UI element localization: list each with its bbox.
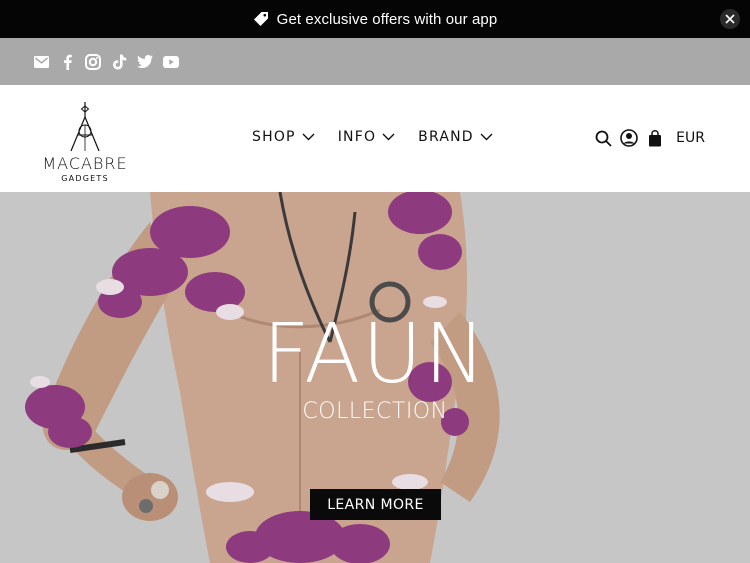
currency-selector[interactable]: EUR [676, 130, 705, 146]
hero-subtitle: COLLECTION [302, 399, 448, 424]
tiktok-icon[interactable] [111, 54, 127, 70]
logo-subtext: GADGETS [61, 174, 109, 183]
email-icon[interactable] [33, 54, 49, 70]
learn-more-button[interactable]: LEARN MORE [310, 489, 441, 520]
nav-item-label: INFO [337, 129, 377, 145]
nav-item-label: SHOP [252, 129, 296, 145]
instagram-icon[interactable] [85, 53, 101, 70]
search-icon[interactable] [594, 129, 612, 147]
chevron-down-icon [302, 133, 315, 141]
hero-title: FAUN [262, 307, 488, 402]
cart-icon[interactable] [646, 129, 664, 147]
logo-mark-icon [70, 102, 100, 152]
announcement-bar[interactable]: Get exclusive offers with our app [0, 0, 750, 38]
announcement-text[interactable]: Get exclusive offers with our app [277, 11, 498, 28]
logo-text: MACABRE [42, 154, 128, 173]
social-bar [0, 38, 750, 85]
chevron-down-icon [382, 133, 395, 141]
close-icon[interactable] [720, 9, 740, 29]
youtube-icon[interactable] [163, 54, 179, 70]
nav-item-brand[interactable]: BRAND [418, 129, 493, 145]
account-icon[interactable] [620, 129, 638, 147]
tag-icon [253, 11, 269, 27]
logo[interactable]: MACABRE GADGETS [38, 99, 132, 183]
main-nav: SHOP INFO BRAND [252, 129, 516, 145]
nav-item-shop[interactable]: SHOP [252, 129, 315, 145]
facebook-icon[interactable] [59, 54, 75, 70]
twitter-icon[interactable] [137, 54, 153, 70]
site-header: MACABRE GADGETS SHOP INFO BRAND EUR [0, 85, 750, 192]
nav-item-info[interactable]: INFO [338, 129, 395, 145]
nav-item-label: BRAND [418, 129, 474, 145]
header-tools: EUR [586, 129, 705, 147]
chevron-down-icon [480, 133, 493, 141]
hero-banner: FAUN COLLECTION LEARN MORE [0, 192, 750, 563]
